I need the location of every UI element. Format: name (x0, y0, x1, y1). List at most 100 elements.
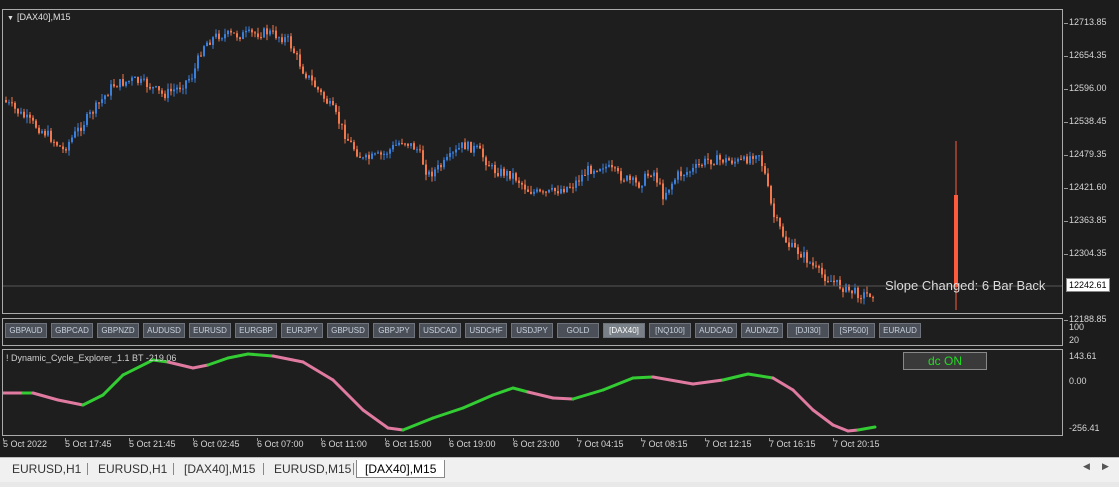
candle-body (284, 37, 286, 43)
candle-body (161, 90, 163, 94)
chart-tab[interactable]: EURUSD,M15 (266, 460, 359, 478)
candle-body (170, 88, 172, 92)
chart-tab[interactable]: [DAX40],M15 (356, 460, 446, 478)
candle-body (812, 262, 814, 266)
symbol-button[interactable]: EURGBP (235, 323, 277, 338)
symbol-button[interactable]: [SP500] (833, 323, 875, 338)
candle-body (437, 165, 439, 170)
candle-body (689, 171, 691, 173)
symbol-button[interactable]: EURUSD (189, 323, 231, 338)
candle-body (455, 149, 457, 153)
candle-body (746, 156, 748, 164)
symbol-button[interactable]: USDCHF (465, 323, 507, 338)
candle-body (176, 87, 178, 90)
candle-body (635, 177, 637, 183)
candle-body (101, 99, 103, 104)
candle-body (533, 191, 535, 194)
symbol-button[interactable]: [DJI30] (787, 323, 829, 338)
candle-body (263, 28, 265, 38)
chart-tab[interactable]: [DAX40],M15 (176, 460, 263, 478)
price-axis-tick (1064, 320, 1068, 321)
candle-body (815, 265, 817, 267)
cycle-line-segment (361, 408, 390, 430)
candle-body (500, 168, 502, 176)
candle-body (56, 142, 58, 146)
symbol-button[interactable]: [DAX40] (603, 323, 645, 338)
candle-body (569, 186, 571, 188)
candle-body (548, 189, 550, 193)
cycle-line-segment (331, 378, 365, 412)
candle-body (212, 37, 214, 45)
candle-body (632, 177, 634, 180)
candle-body (869, 293, 871, 298)
candle-body (203, 46, 205, 56)
candle-body (497, 173, 499, 176)
cycle-line-segment (56, 398, 85, 407)
candle-body (20, 111, 22, 114)
chart-tab[interactable]: EURUSD,H1 (90, 460, 175, 478)
symbol-button[interactable]: GBPAUD (5, 323, 47, 338)
candle-body (740, 158, 742, 160)
candle-body (113, 84, 115, 87)
candle-body (713, 164, 715, 166)
scroll-left-icon[interactable]: ◀ (1083, 461, 1090, 472)
cycle-line-segment (206, 356, 230, 367)
candle-body (779, 218, 781, 227)
symbol-button[interactable]: AUDUSD (143, 323, 185, 338)
cycle-line-segment (721, 372, 750, 382)
candle-body (350, 140, 352, 143)
cycle-line-segment (811, 408, 835, 427)
symbol-button[interactable]: GBPUSD (327, 323, 369, 338)
candle-body (242, 32, 244, 40)
symbol-button[interactable]: [NQ100] (649, 323, 691, 338)
symbol-button[interactable]: AUDCAD (695, 323, 737, 338)
candle-body (335, 105, 337, 112)
time-axis-label: 6 Oct 15:00 (385, 439, 432, 449)
candle-body (734, 161, 736, 164)
chart-tab[interactable]: EURUSD,H1 (4, 460, 89, 478)
candle-body (293, 48, 295, 54)
candle-body (674, 179, 676, 184)
price-axis-label: 12479.35 (1069, 149, 1107, 159)
symbol-button[interactable]: GBPNZD (97, 323, 139, 338)
candle-body (65, 149, 67, 151)
dc-toggle-button[interactable]: dc ON (903, 352, 987, 370)
symbol-button[interactable]: USDCAD (419, 323, 461, 338)
symbol-button[interactable]: EURAUD (879, 323, 921, 338)
symbol-button[interactable]: USDJPY (511, 323, 553, 338)
candle-body (308, 75, 310, 78)
candle-body (872, 297, 874, 299)
candle-body (647, 173, 649, 176)
candle-body (800, 254, 802, 258)
candle-body (23, 111, 25, 118)
symbol-button[interactable]: EURJPY (281, 323, 323, 338)
candle-body (5, 100, 7, 103)
symbol-button[interactable]: GBPJPY (373, 323, 415, 338)
scroll-right-icon[interactable]: ▶ (1102, 461, 1109, 472)
slope-marker-body (954, 195, 958, 287)
symbol-button[interactable]: AUDNZD (741, 323, 783, 338)
dropdown-arrow-icon[interactable]: ▼ (7, 15, 14, 22)
price-axis: 12713.85 12654.35 12596.00 12538.45 12479.35… (1064, 9, 1119, 439)
cycle-line-segment (301, 360, 335, 382)
candle-body (770, 186, 772, 204)
candle-body (41, 130, 43, 134)
indicator-pane[interactable]: ! Dynamic_Cycle_Explorer_1.1 BT -219.06 … (2, 349, 1063, 436)
candle-body (71, 137, 73, 142)
candle-body (692, 167, 694, 172)
price-axis-label: 12596.00 (1069, 83, 1107, 93)
candle-body (410, 143, 412, 146)
candle-body (92, 112, 94, 114)
symbol-button[interactable]: GOLD (557, 323, 599, 338)
symbol-button[interactable]: GBPCAD (51, 323, 93, 338)
candle-body (305, 73, 307, 78)
time-axis-label: 6 Oct 07:00 (257, 439, 304, 449)
candle-body (146, 78, 148, 88)
candle-body (446, 156, 448, 160)
candle-body (245, 30, 247, 33)
candle-body (716, 155, 718, 165)
candle-body (299, 54, 301, 67)
candle-body (539, 189, 541, 192)
price-chart-pane[interactable]: ▼ [DAX40],M15 (2, 9, 1063, 314)
candle-body (794, 242, 796, 248)
